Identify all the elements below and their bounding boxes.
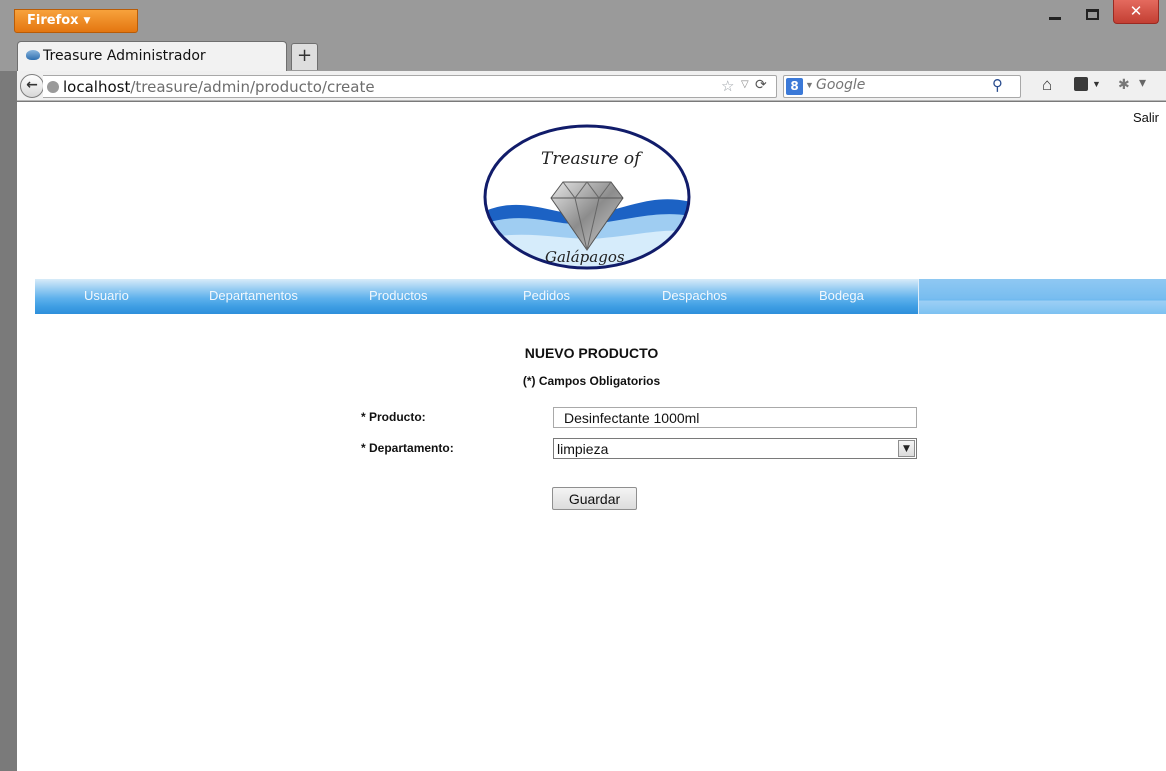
minimize-icon bbox=[1049, 17, 1061, 20]
treasure-logo: Treasure of Galápagos bbox=[483, 124, 691, 270]
logout-link[interactable]: Salir bbox=[1133, 110, 1159, 125]
page-title: NUEVO PRODUCTO bbox=[524, 345, 659, 361]
home-icon[interactable]: ⌂ bbox=[1042, 75, 1052, 95]
chevron-down-icon[interactable]: ▼ bbox=[898, 440, 915, 457]
guardar-button[interactable]: Guardar bbox=[552, 487, 637, 510]
site-identity-icon bbox=[47, 81, 59, 93]
producto-label: * Producto: bbox=[361, 410, 426, 424]
search-engine-dropdown-icon[interactable]: ▼ bbox=[805, 80, 814, 90]
tab-strip: Treasure Administrador + bbox=[0, 37, 1166, 71]
addon-dropdown-icon[interactable]: ▼ bbox=[1092, 79, 1101, 89]
main-menu: Usuario Departamentos Productos Pedidos … bbox=[35, 279, 1166, 314]
minimize-button[interactable] bbox=[1040, 3, 1070, 25]
back-arrow-icon: ← bbox=[26, 77, 38, 93]
firefox-menu-label: Firefox bbox=[27, 13, 79, 28]
title-bar: Firefox ▼ ✕ bbox=[0, 0, 1166, 37]
menu-item-departamentos[interactable]: Departamentos bbox=[209, 288, 298, 303]
search-icon[interactable]: ⚲ bbox=[992, 76, 1003, 94]
favicon-icon bbox=[26, 50, 40, 60]
navigation-toolbar: ← localhost/treasure/admin/producto/crea… bbox=[17, 71, 1166, 101]
toolbar-overflow-icon[interactable]: ▾ bbox=[1139, 74, 1146, 91]
menu-item-pedidos[interactable]: Pedidos bbox=[523, 288, 570, 303]
departamento-selected-value: limpieza bbox=[557, 441, 609, 457]
search-input[interactable] bbox=[816, 77, 986, 93]
new-tab-label: + bbox=[296, 45, 313, 66]
departamento-label: * Departamento: bbox=[361, 441, 454, 455]
search-bar: 8 ▼ ⚲ bbox=[783, 75, 1021, 98]
logo-bottom-text: Galápagos bbox=[545, 248, 625, 266]
close-icon: ✕ bbox=[1129, 2, 1143, 20]
menu-bar-filler bbox=[918, 279, 1166, 314]
chevron-down-icon: ▼ bbox=[83, 16, 91, 26]
menu-item-usuario[interactable]: Usuario bbox=[84, 288, 129, 303]
maximize-button[interactable] bbox=[1077, 3, 1107, 25]
menu-bar-primary: Usuario Departamentos Productos Pedidos … bbox=[35, 279, 918, 314]
firebug-icon[interactable]: ✱ bbox=[1118, 76, 1130, 93]
departamento-select[interactable]: limpieza ▼ bbox=[553, 438, 917, 459]
tab-title: Treasure Administrador bbox=[43, 48, 206, 64]
addon-icon[interactable] bbox=[1074, 77, 1088, 91]
url-host: localhost bbox=[63, 78, 131, 96]
history-dropdown-icon[interactable]: ▽ bbox=[741, 79, 749, 90]
menu-item-bodega[interactable]: Bodega bbox=[819, 288, 864, 303]
close-window-button[interactable]: ✕ bbox=[1113, 0, 1159, 24]
url-bar[interactable]: localhost/treasure/admin/producto/create… bbox=[43, 75, 777, 98]
search-engine-icon[interactable]: 8 bbox=[786, 78, 803, 95]
bookmark-star-icon[interactable]: ☆ bbox=[721, 77, 734, 95]
reload-icon[interactable]: ⟳ bbox=[755, 77, 767, 93]
new-tab-button[interactable]: + bbox=[291, 43, 318, 70]
back-button[interactable]: ← bbox=[20, 74, 44, 98]
tab-treasure-administrador[interactable]: Treasure Administrador bbox=[17, 41, 287, 71]
page-viewport: Salir Treasure of Galápagos Usuario Depa… bbox=[17, 102, 1166, 771]
producto-input[interactable] bbox=[553, 407, 917, 428]
logo-top-text: Treasure of bbox=[541, 149, 643, 169]
url-path: /treasure/admin/producto/create bbox=[130, 78, 375, 96]
required-fields-note: (*) Campos Obligatorios bbox=[522, 374, 661, 388]
menu-item-despachos[interactable]: Despachos bbox=[662, 288, 727, 303]
menu-item-productos[interactable]: Productos bbox=[369, 288, 428, 303]
maximize-icon bbox=[1085, 9, 1099, 20]
firefox-menu-button[interactable]: Firefox ▼ bbox=[14, 9, 138, 33]
